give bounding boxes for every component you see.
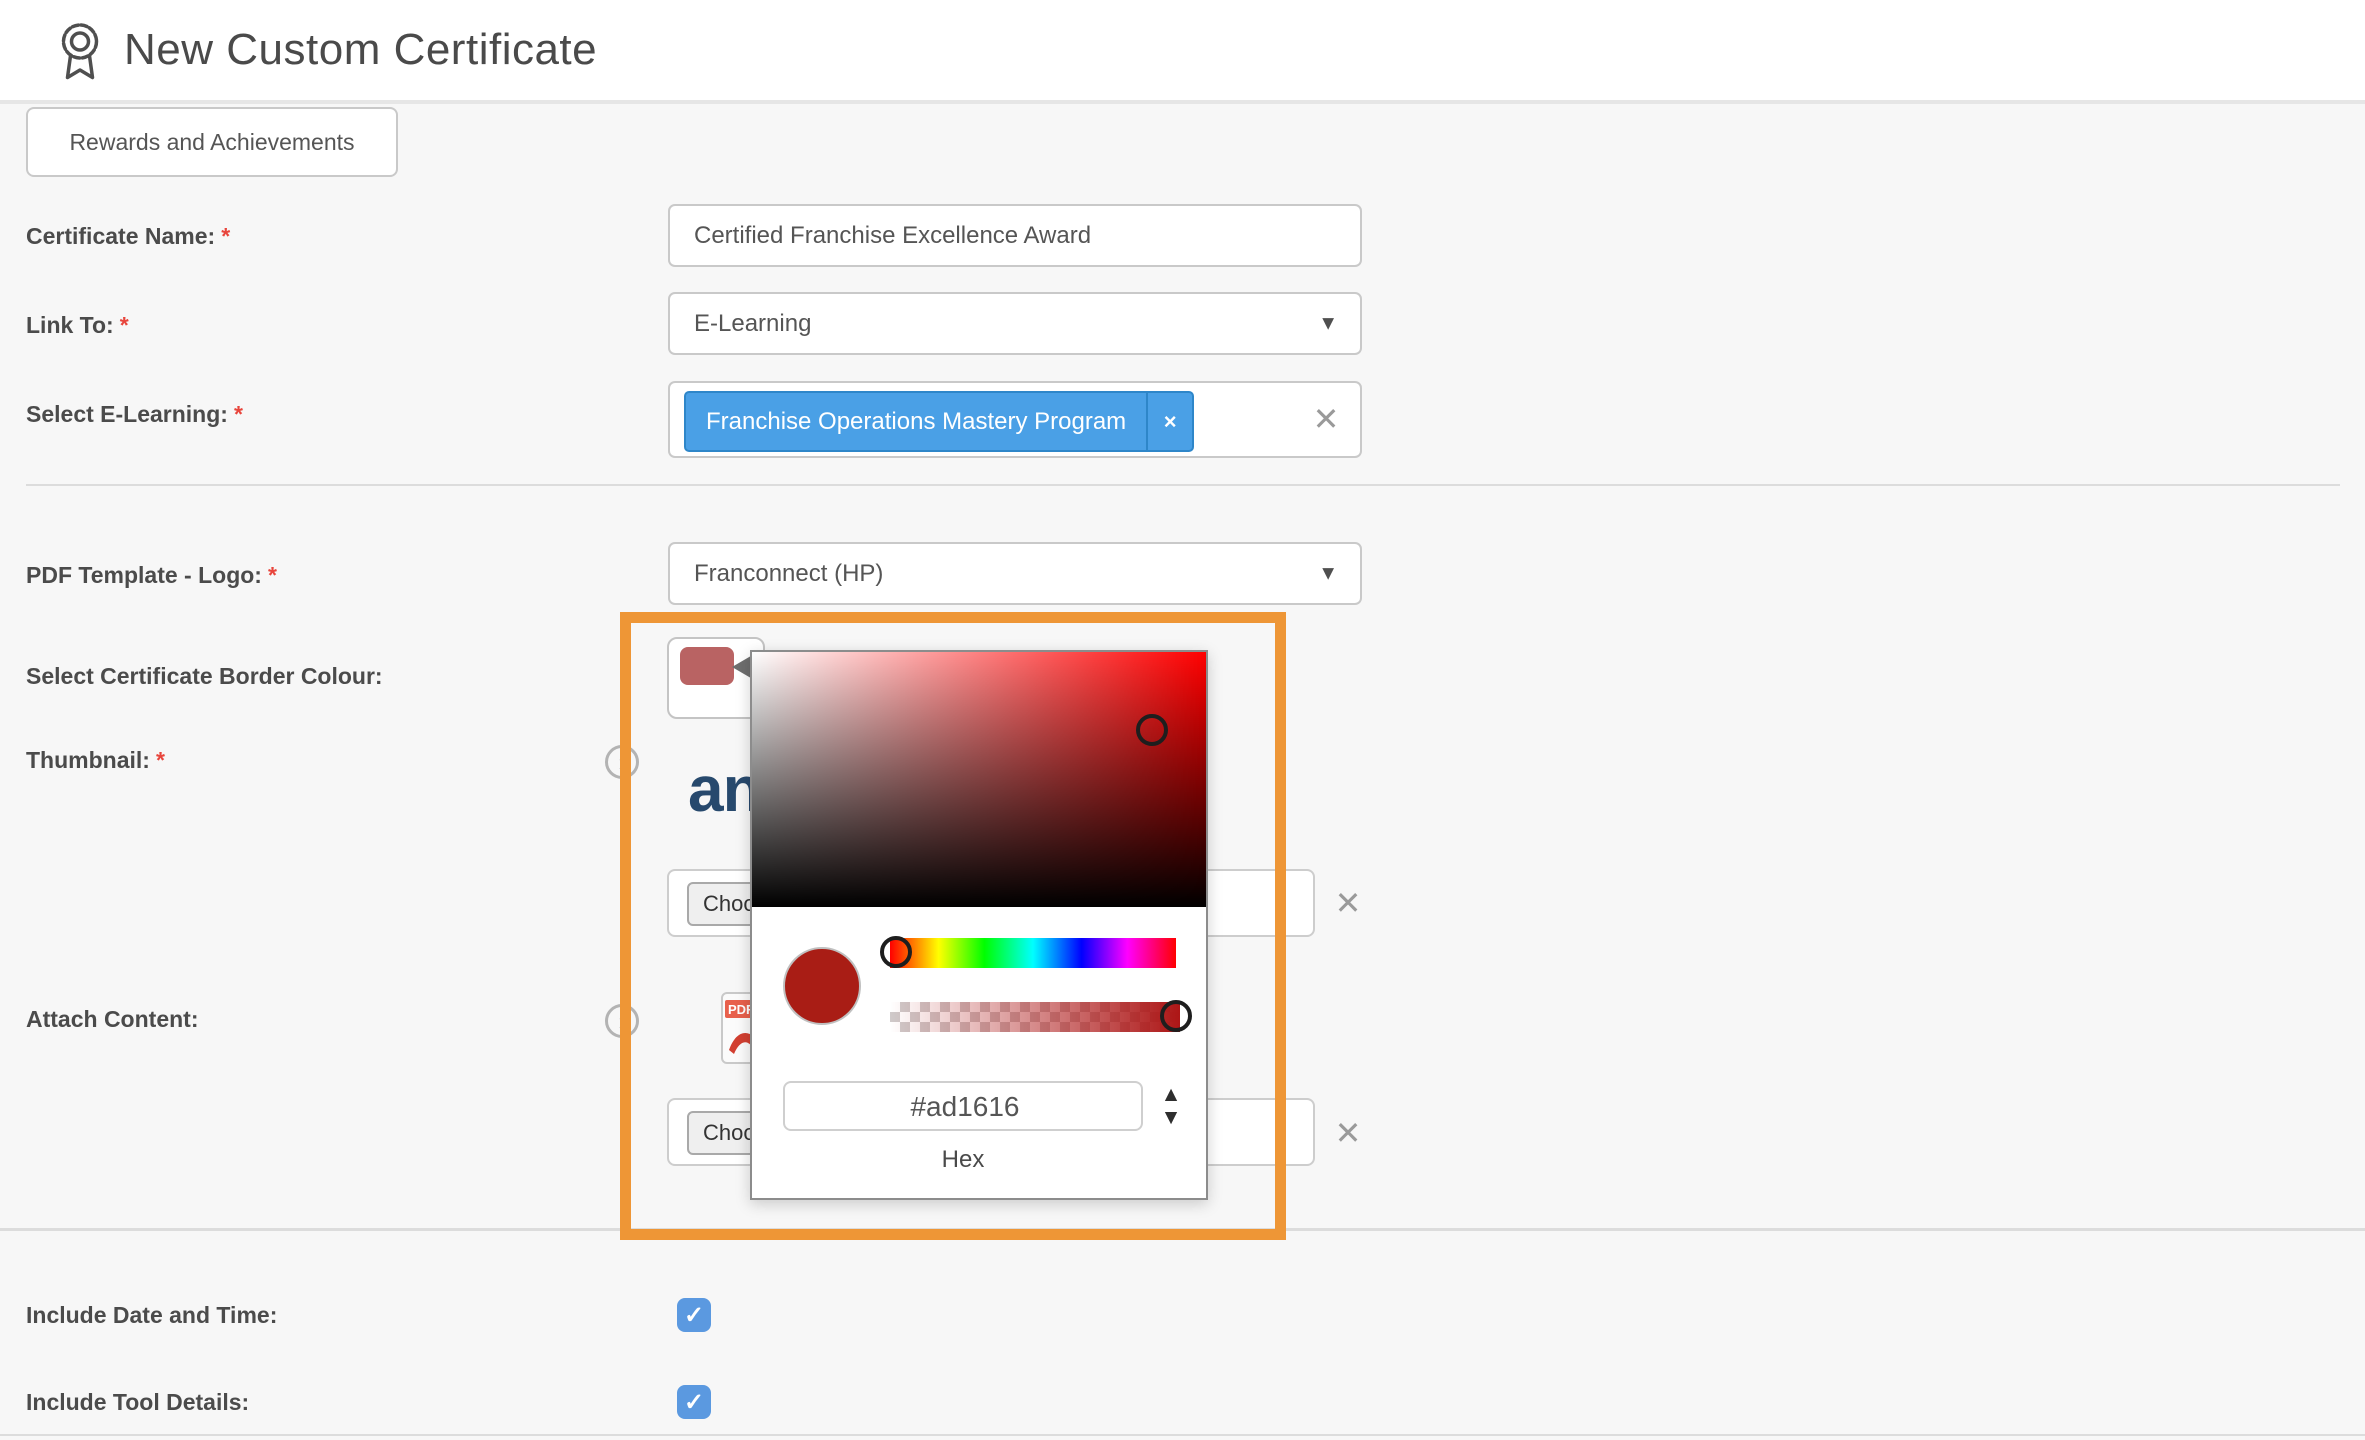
certificate-name-label: Certificate Name: * — [26, 223, 231, 249]
required-asterisk: * — [267, 562, 277, 588]
hex-input-box[interactable] — [783, 1081, 1145, 1131]
info-icon[interactable]: i — [605, 1004, 639, 1038]
stepper-down-icon[interactable]: ▼ — [1156, 1106, 1186, 1129]
color-preview-circle — [783, 947, 861, 1025]
color-picker-panel: ▲ ▼ Hex — [750, 650, 1208, 1200]
required-asterisk: * — [221, 223, 231, 249]
link-to-selected-value: E-Learning — [694, 309, 812, 337]
remove-thumbnail-icon[interactable]: ✕ — [1330, 885, 1366, 921]
chevron-down-icon: ▼ — [1318, 562, 1338, 584]
link-to-dropdown[interactable]: E-Learning ▼ — [668, 292, 1362, 355]
page-title: New Custom Certificate — [124, 25, 598, 74]
select-elearning-label: Select E-Learning: * — [26, 401, 243, 427]
saturation-selector-ring[interactable] — [1136, 714, 1168, 746]
section-divider — [0, 1228, 2365, 1231]
check-icon: ✓ — [683, 1388, 705, 1416]
link-to-label: Link To: * — [26, 312, 129, 338]
check-icon: ✓ — [683, 1301, 705, 1329]
required-asterisk: * — [233, 401, 243, 427]
hue-slider[interactable] — [890, 938, 1176, 968]
include-tool-details-label: Include Tool Details: — [26, 1389, 250, 1415]
tag-remove-icon[interactable]: × — [1146, 393, 1192, 450]
select-elearning-field[interactable]: Franchise Operations Mastery Program × ✕ — [668, 381, 1362, 458]
hex-input[interactable] — [785, 1083, 1145, 1131]
alpha-slider[interactable] — [890, 1002, 1180, 1032]
saturation-area[interactable] — [752, 652, 1206, 907]
remove-attachment-icon[interactable]: ✕ — [1330, 1115, 1366, 1151]
border-colour-swatch — [680, 647, 734, 685]
include-date-time-checkbox[interactable]: ✓ — [677, 1298, 711, 1332]
page-header: New Custom Certificate — [0, 0, 2365, 104]
attach-content-label: Attach Content: — [26, 1006, 199, 1032]
thumbnail-label: Thumbnail: * — [26, 747, 165, 773]
stepper-up-icon[interactable]: ▲ — [1156, 1083, 1186, 1106]
include-tool-details-checkbox[interactable]: ✓ — [677, 1385, 711, 1419]
pdf-template-selected-value: Franconnect (HP) — [694, 559, 884, 587]
required-asterisk: * — [155, 747, 165, 773]
hex-label: Hex — [941, 1146, 985, 1173]
certificate-name-field[interactable] — [668, 204, 1362, 267]
border-colour-label: Select Certificate Border Colour: — [26, 663, 383, 689]
include-date-time-label: Include Date and Time: — [26, 1302, 278, 1328]
hue-selector-ring[interactable] — [880, 936, 912, 968]
bottom-divider — [0, 1434, 2365, 1436]
new-custom-certificate-page: New Custom Certificate Rewards and Achie… — [0, 0, 2365, 1440]
chevron-down-icon: ▼ — [1318, 312, 1338, 334]
info-icon[interactable]: i — [605, 745, 639, 779]
required-asterisk: * — [119, 312, 129, 338]
hex-stepper: ▲ ▼ — [1156, 1083, 1186, 1129]
elearning-tag: Franchise Operations Mastery Program × — [684, 391, 1195, 452]
alpha-selector-ring[interactable] — [1160, 1000, 1192, 1032]
section-divider — [26, 484, 2340, 486]
pdf-template-logo-dropdown[interactable]: Franconnect (HP) ▼ — [668, 542, 1362, 605]
rewards-and-achievements-button[interactable]: Rewards and Achievements — [26, 107, 398, 177]
award-rosette-icon — [61, 23, 99, 80]
elearning-tag-label: Franchise Operations Mastery Program — [706, 407, 1127, 435]
field-clear-icon[interactable]: ✕ — [1308, 401, 1344, 437]
pdf-template-logo-label: PDF Template - Logo: * — [26, 562, 277, 588]
certificate-name-input[interactable] — [670, 206, 1360, 265]
